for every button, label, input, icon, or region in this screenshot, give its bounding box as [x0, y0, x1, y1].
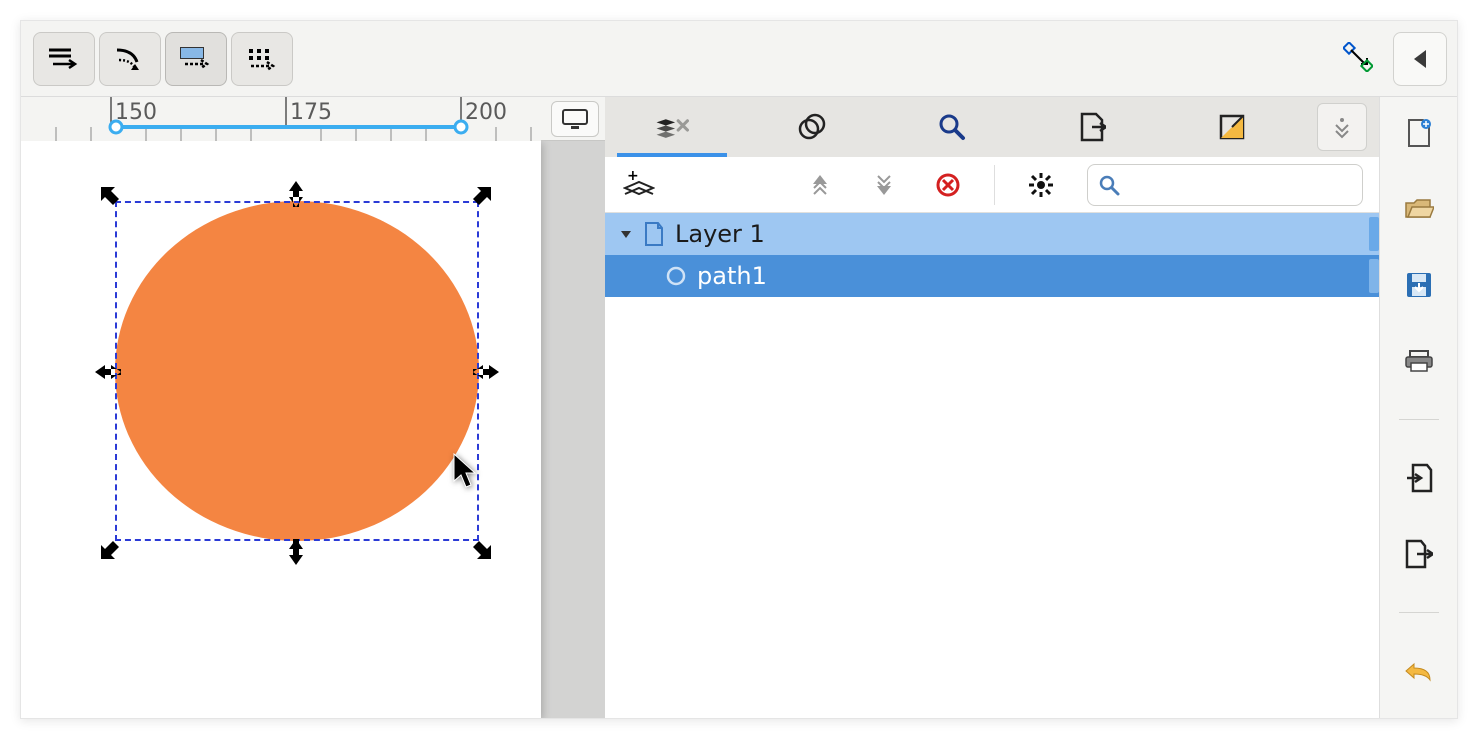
- dock-tabs: [605, 97, 1379, 157]
- object-row[interactable]: path1: [605, 255, 1379, 297]
- object-color-strip: [1369, 259, 1379, 293]
- layer-icon: [641, 221, 667, 247]
- layer-color-strip: [1369, 217, 1379, 251]
- handle-bottom-middle[interactable]: [281, 537, 311, 567]
- import-button[interactable]: [1401, 460, 1437, 496]
- layer-name-label: Layer 1: [675, 220, 765, 248]
- snap-move-button[interactable]: [33, 32, 95, 86]
- main-area: 150 175 200: [21, 97, 1457, 718]
- canvas-viewport[interactable]: [21, 141, 605, 718]
- lower-layer-button[interactable]: [866, 167, 902, 203]
- horizontal-ruler[interactable]: 150 175 200: [21, 97, 541, 141]
- export-button[interactable]: [1401, 536, 1437, 572]
- collapse-panel-button[interactable]: [1393, 32, 1447, 86]
- handle-middle-right[interactable]: [471, 357, 501, 387]
- display-mode-button[interactable]: [551, 101, 599, 137]
- layer-search-input[interactable]: [1120, 174, 1352, 195]
- layers-toolbar: +: [605, 157, 1379, 213]
- app-frame: 150 175 200: [20, 20, 1458, 719]
- ruler-tick-175: 175: [290, 100, 332, 125]
- handle-top-right[interactable]: [465, 183, 495, 213]
- cursor-icon: [451, 451, 481, 495]
- ruler-row: 150 175 200: [21, 97, 605, 141]
- add-layer-button[interactable]: +: [621, 167, 657, 203]
- ruler-tick-150: 150: [115, 100, 157, 125]
- snap-rotate-button[interactable]: [99, 32, 161, 86]
- right-toolbar: [1379, 97, 1457, 718]
- tab-object-properties[interactable]: [757, 97, 867, 157]
- delete-layer-button[interactable]: [930, 167, 966, 203]
- tab-layers[interactable]: [617, 97, 727, 157]
- search-icon: [1098, 174, 1120, 196]
- snap-pattern-button[interactable]: [165, 32, 227, 86]
- open-document-button[interactable]: [1401, 191, 1437, 227]
- snap-to-node-icon[interactable]: [1343, 42, 1373, 76]
- handle-middle-left[interactable]: [93, 357, 123, 387]
- raise-layer-button[interactable]: [802, 167, 838, 203]
- tab-more[interactable]: [1317, 103, 1367, 151]
- path-icon: [663, 263, 689, 289]
- tab-find[interactable]: [897, 97, 1007, 157]
- toolbar-separator: [1399, 612, 1439, 613]
- object-name-label: path1: [697, 262, 767, 290]
- dock-panel: +: [605, 97, 1379, 718]
- expand-icon[interactable]: [617, 225, 635, 243]
- snap-distribute-button[interactable]: [231, 32, 293, 86]
- layer-settings-button[interactable]: [1023, 167, 1059, 203]
- handle-bottom-left[interactable]: [97, 533, 127, 563]
- handle-top-middle[interactable]: [281, 179, 311, 209]
- new-document-button[interactable]: [1401, 115, 1437, 151]
- toolbar-separator: [1399, 419, 1439, 420]
- layer-search-box[interactable]: [1087, 164, 1363, 206]
- handle-bottom-right[interactable]: [465, 533, 495, 563]
- layer-tree[interactable]: Layer 1 path1: [605, 213, 1379, 718]
- canvas-region: 150 175 200: [21, 97, 605, 718]
- selection-box: [115, 201, 479, 541]
- tab-fill-stroke[interactable]: [1177, 97, 1287, 157]
- print-document-button[interactable]: [1401, 343, 1437, 379]
- handle-top-left[interactable]: [97, 183, 127, 213]
- layer-row[interactable]: Layer 1: [605, 213, 1379, 255]
- snap-toolbar: [21, 21, 1457, 97]
- save-document-button[interactable]: [1401, 267, 1437, 303]
- undo-button[interactable]: [1401, 653, 1437, 689]
- tab-export[interactable]: [1037, 97, 1147, 157]
- ruler-tick-200: 200: [465, 100, 507, 125]
- toolbar-separator: [994, 165, 995, 205]
